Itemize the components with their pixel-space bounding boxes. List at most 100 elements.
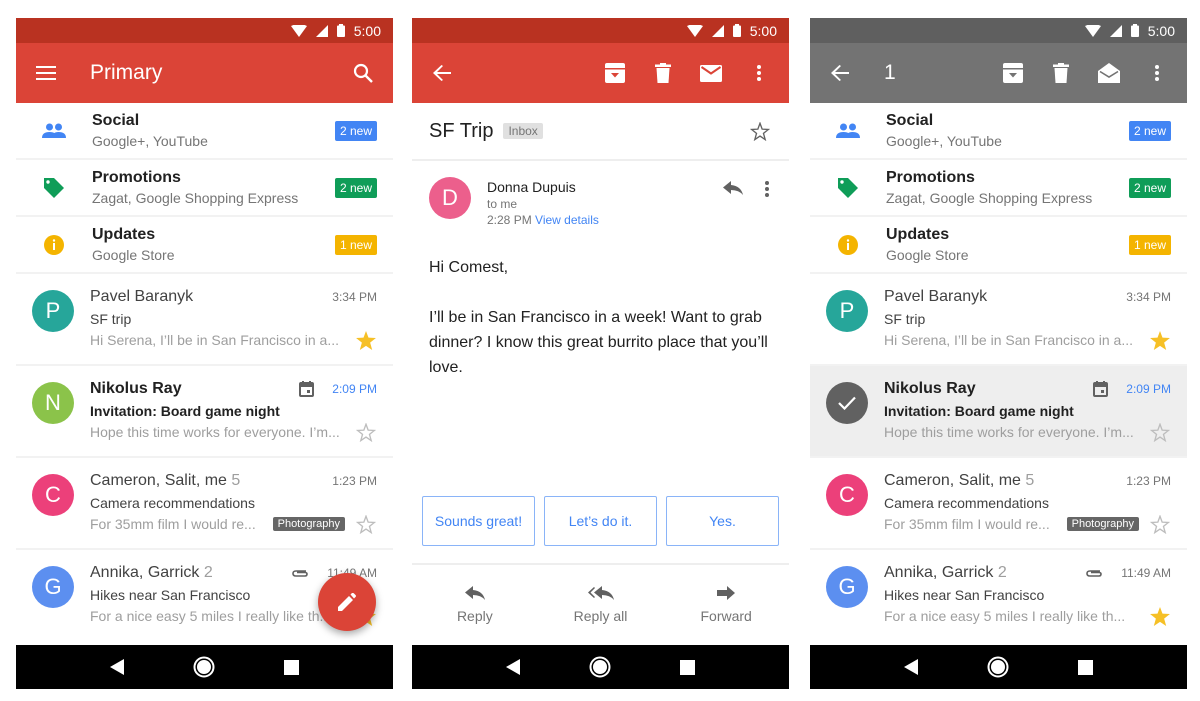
new-count-badge: 1 new — [334, 234, 377, 255]
email-row[interactable]: C Cameron, Salit, me 5 1:23 PM Camera rec… — [810, 458, 1187, 548]
thread-count: 2 — [997, 564, 1007, 581]
thread-count: 2 — [203, 564, 213, 581]
smart-reply-button[interactable]: Yes. — [666, 496, 779, 546]
search-button[interactable] — [339, 49, 387, 97]
avatar[interactable]: C — [32, 474, 74, 516]
star-filled-icon[interactable] — [1149, 329, 1171, 351]
star-outline-icon[interactable] — [1149, 421, 1171, 443]
avatar[interactable]: D — [429, 177, 471, 219]
category-row-updates[interactable]: Updates Google Store 1 new — [16, 217, 393, 272]
archive-icon — [605, 63, 625, 83]
sender-names: Cameron, Salit, me — [90, 472, 227, 489]
forward-button[interactable]: Forward — [663, 565, 789, 645]
mark-unread-button[interactable] — [687, 49, 735, 97]
delete-button[interactable] — [1037, 49, 1085, 97]
email-snippet: For 35mm film I would re... — [884, 516, 1050, 532]
category-row-social[interactable]: Social Google+, YouTube 2 new — [16, 103, 393, 158]
reply-all-button[interactable]: Reply all — [538, 565, 664, 645]
system-nav-bar — [810, 645, 1187, 689]
mail-icon — [700, 64, 722, 82]
star-outline-icon[interactable] — [355, 421, 377, 443]
app-bar — [412, 43, 789, 103]
mark-read-button[interactable] — [1085, 49, 1133, 97]
delete-button[interactable] — [639, 49, 687, 97]
new-count-badge: 1 new — [1128, 234, 1171, 255]
star-outline-icon[interactable] — [749, 120, 771, 142]
back-nav-icon[interactable] — [110, 659, 125, 675]
home-nav-icon[interactable] — [193, 656, 215, 678]
email-row[interactable]: C Cameron, Salit, me 5 1:23 PM Camera rec… — [16, 458, 393, 548]
star-outline-icon[interactable] — [1149, 513, 1171, 535]
archive-button[interactable] — [591, 49, 639, 97]
smart-reply-button[interactable]: Let’s do it. — [544, 496, 657, 546]
category-row-promotions[interactable]: Promotions Zagat, Google Shopping Expres… — [810, 160, 1187, 215]
category-row-promotions[interactable]: Promotions Zagat, Google Shopping Expres… — [16, 160, 393, 215]
email-row[interactable]: P Pavel Baranyk 3:34 PM SF trip Hi Serena… — [16, 274, 393, 364]
wifi-icon — [1084, 24, 1101, 37]
back-button[interactable] — [418, 49, 466, 97]
wifi-icon — [686, 24, 703, 37]
email-snippet: Hope this time works for everyone. I’m..… — [90, 424, 340, 440]
email-row[interactable]: G Annika, Garrick 2 11:49 AM Hikes near … — [810, 550, 1187, 640]
menu-button[interactable] — [22, 49, 70, 97]
sender-names: Annika, Garrick — [90, 564, 200, 581]
pencil-icon — [338, 593, 356, 611]
email-row[interactable]: N Nikolus Ray 2:09 PM Invitation: Board … — [16, 366, 393, 456]
email-snippet: For a nice easy 5 miles I really like th… — [90, 608, 332, 624]
home-nav-icon[interactable] — [589, 656, 611, 678]
action-label: Reply — [456, 608, 493, 624]
back-nav-icon[interactable] — [904, 659, 919, 675]
smart-reply-button[interactable]: Sounds great! — [422, 496, 535, 546]
email-snippet: Hi Serena, I’ll be in San Francisco in a… — [90, 332, 340, 348]
recents-nav-icon[interactable] — [679, 659, 695, 675]
selected-check-avatar[interactable] — [826, 382, 868, 424]
more-options-button[interactable] — [1133, 49, 1181, 97]
label-chip: Photography — [1066, 517, 1139, 531]
email-row-selected[interactable]: Nikolus Ray 2:09 PM Invitation: Board ga… — [810, 366, 1187, 456]
avatar[interactable]: C — [826, 474, 868, 516]
email-time: 3:34 PM — [332, 290, 377, 304]
more-options-button[interactable] — [735, 49, 783, 97]
reply-button[interactable]: Reply — [412, 565, 538, 645]
reply-icon[interactable] — [723, 181, 743, 200]
thread-count: 5 — [1025, 472, 1035, 489]
avatar[interactable]: G — [32, 566, 74, 608]
avatar[interactable]: N — [32, 382, 74, 424]
archive-button[interactable] — [989, 49, 1037, 97]
message-sender: Donna Dupuis — [487, 179, 576, 195]
star-filled-icon[interactable] — [1149, 605, 1171, 627]
view-details-link[interactable]: View details — [535, 213, 599, 227]
exit-selection-button[interactable] — [816, 49, 864, 97]
avatar[interactable]: G — [826, 566, 868, 608]
search-icon — [353, 63, 373, 83]
category-row-updates[interactable]: Updates Google Store 1 new — [810, 217, 1187, 272]
recents-nav-icon[interactable] — [1077, 659, 1093, 675]
arrow-back-icon — [831, 65, 849, 81]
new-count-badge: 2 new — [334, 177, 377, 198]
email-list: Social Google+, YouTube 2 new Promotions… — [16, 103, 393, 640]
star-filled-icon[interactable] — [355, 329, 377, 351]
message-recipient: to me — [487, 197, 518, 211]
email-time: 3:34 PM — [1126, 290, 1171, 304]
category-subtitle: Zagat, Google Shopping Express — [92, 189, 299, 206]
back-nav-icon[interactable] — [506, 659, 521, 675]
category-subtitle: Google Store — [92, 246, 175, 263]
selection-app-bar: 1 — [810, 43, 1187, 103]
email-row[interactable]: P Pavel Baranyk 3:34 PM SF trip Hi Serena… — [810, 274, 1187, 364]
email-subject: SF trip — [884, 311, 926, 327]
recents-nav-icon[interactable] — [283, 659, 299, 675]
avatar[interactable]: P — [32, 290, 74, 332]
message-header: D Donna Dupuis to me 2:28 PM View detail… — [412, 161, 789, 243]
avatar[interactable]: P — [826, 290, 868, 332]
star-outline-icon[interactable] — [355, 513, 377, 535]
thread-subject-bar: SF Trip Inbox — [412, 103, 789, 161]
category-title: Updates — [886, 225, 950, 243]
label-chip[interactable]: Inbox — [503, 123, 543, 139]
more-vert-icon[interactable] — [765, 181, 769, 202]
category-row-social[interactable]: Social Google+, YouTube 2 new — [810, 103, 1187, 158]
email-time: 11:49 AM — [1121, 566, 1171, 580]
forward-icon — [717, 586, 736, 600]
sender-names: Cameron, Salit, me — [884, 472, 1021, 489]
home-nav-icon[interactable] — [987, 656, 1009, 678]
compose-button[interactable] — [318, 573, 376, 631]
